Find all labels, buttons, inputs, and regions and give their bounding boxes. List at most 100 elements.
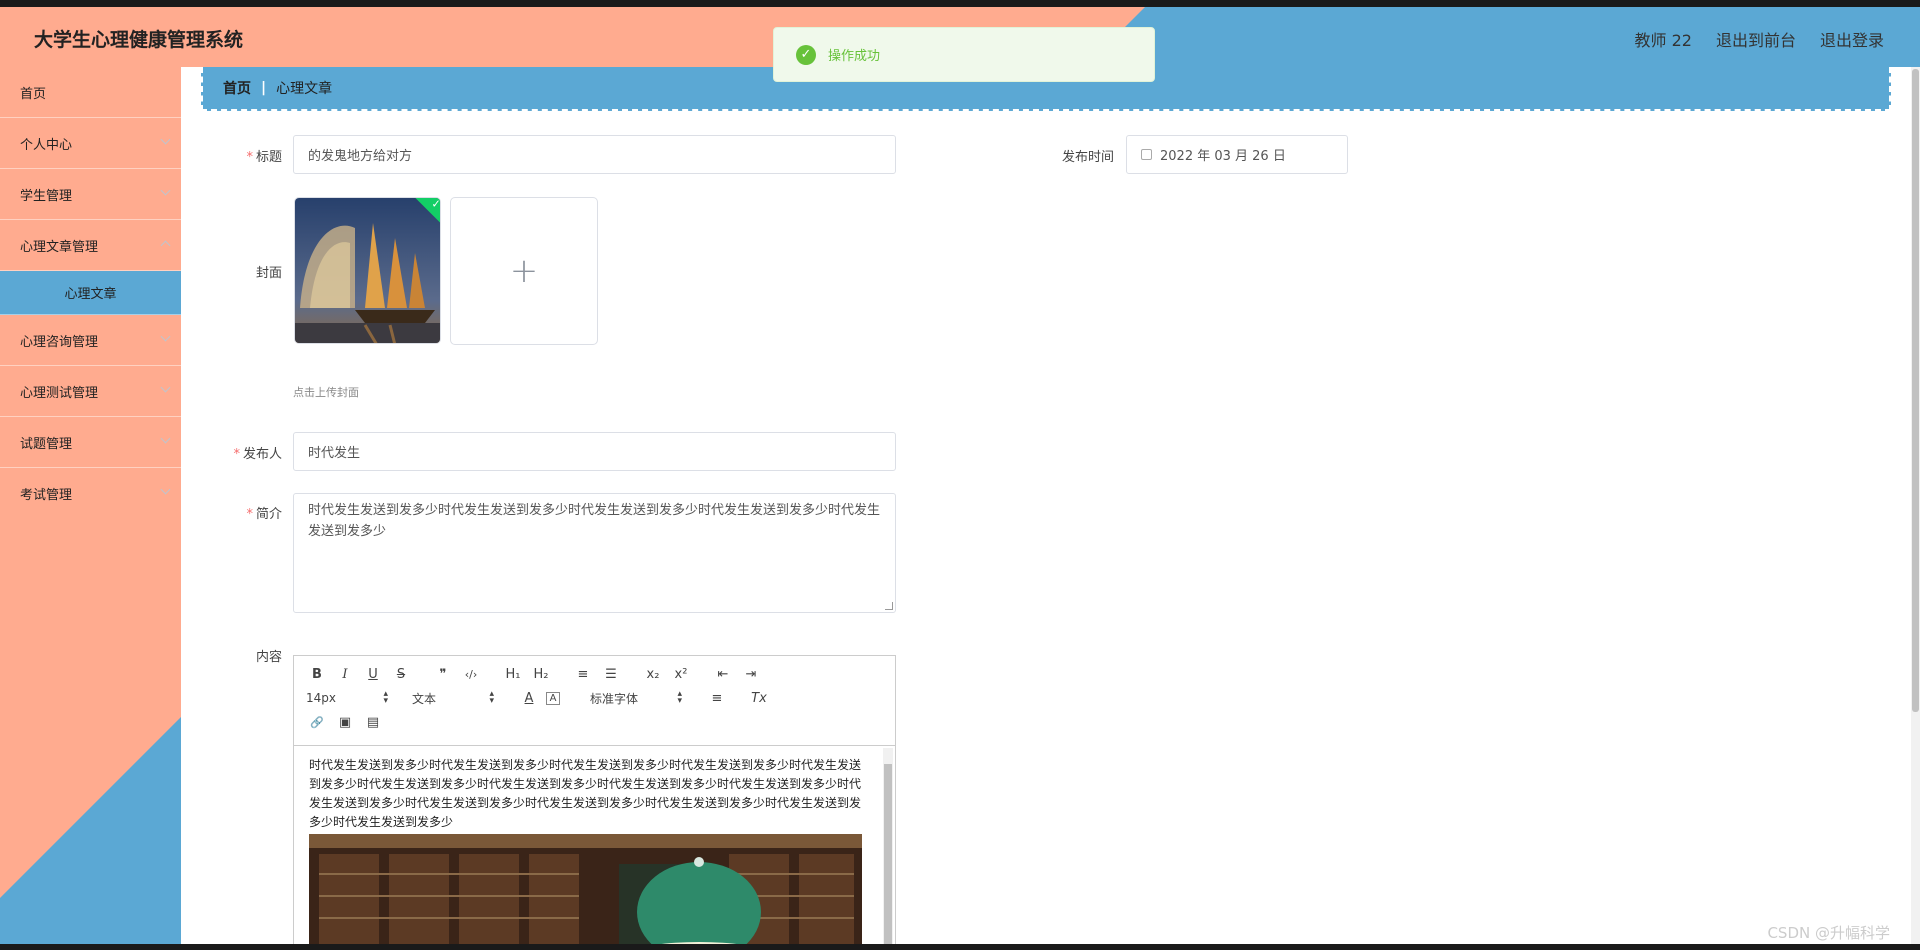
cover-image[interactable]: ✓ — [294, 197, 441, 344]
sidebar-item-home[interactable]: 首页 — [0, 67, 181, 118]
font-size-value: 14px — [306, 691, 336, 705]
chevron-down-icon — [160, 433, 171, 444]
link-button[interactable]: 🔗 — [306, 716, 328, 729]
publisher-label-text: 发布人 — [242, 447, 282, 462]
logout-link[interactable]: 退出登录 — [1820, 27, 1884, 51]
font-color-button[interactable]: A — [518, 691, 540, 706]
cover-photo — [295, 198, 440, 343]
underline-button[interactable]: U — [362, 667, 384, 682]
sidebar-item-consultation-management[interactable]: 心理咨询管理 — [0, 315, 181, 366]
app-title: 大学生心理健康管理系统 — [34, 29, 244, 51]
publisher-input[interactable]: 时代发生 — [293, 432, 896, 471]
font-size-select[interactable]: 14px ▴ ▾ — [306, 689, 388, 706]
sidebar-item-student-management[interactable]: 学生管理 — [0, 169, 181, 220]
publisher-input-value: 时代发生 — [308, 446, 361, 461]
sidebar-item-test-management[interactable]: 心理测试管理 — [0, 366, 181, 417]
publish-time-picker[interactable]: 2022 年 03 月 26 日 — [1126, 135, 1348, 174]
clear-format-button[interactable]: Tx — [748, 691, 770, 706]
sidebar-item-label: 心理测试管理 — [20, 385, 99, 401]
toolbar-row-1: B I U S ❞ ‹/› H₁ H₂ ≡ ☰ x₂ x² ⇤ ⇥ — [306, 662, 895, 686]
align-button[interactable]: ≡ — [706, 691, 728, 706]
header-actions: 教师 22 退出到前台 退出登录 — [1635, 27, 1884, 51]
content-label: 内容 — [255, 650, 282, 665]
intro-label-text: 简介 — [255, 507, 282, 522]
paragraph-value: 文本 — [412, 691, 437, 706]
sidebar-item-article-management[interactable]: 心理文章管理 — [0, 220, 181, 271]
intro-textarea[interactable]: 时代发生发送到发多少时代发生发送到发多少时代发生发送到发多少时代发生发送到发多少… — [293, 493, 896, 613]
breadcrumb-separator: | — [261, 80, 267, 96]
window-top-strip — [0, 0, 1920, 7]
sidebar-item-question-management[interactable]: 试题管理 — [0, 417, 181, 468]
blockquote-button[interactable]: ❞ — [432, 667, 454, 682]
indent-button[interactable]: ⇥ — [740, 667, 762, 682]
chevron-down-icon — [160, 382, 171, 393]
breadcrumb-current: 心理文章 — [276, 81, 333, 97]
cover-label: 封面 — [255, 266, 282, 281]
header2-button[interactable]: H₂ — [530, 667, 552, 682]
chevron-up-icon — [160, 240, 171, 251]
paragraph-select[interactable]: 文本 ▴ ▾ — [412, 690, 494, 707]
header1-button[interactable]: H₁ — [502, 667, 524, 682]
page-scrollbar-thumb[interactable] — [1912, 69, 1919, 712]
editor-toolbar: B I U S ❞ ‹/› H₁ H₂ ≡ ☰ x₂ x² ⇤ ⇥ 14px ▴… — [294, 656, 895, 746]
required-mark: * — [246, 150, 253, 165]
title-label: * 标题 — [192, 146, 282, 165]
watermark: CSDN @升幅科学 — [1767, 924, 1890, 942]
cover-upload-hint: 点击上传封面 — [293, 386, 359, 399]
sidebar-item-personal-center[interactable]: 个人中心 — [0, 118, 181, 169]
bullet-list-button[interactable]: ☰ — [600, 667, 622, 682]
sidebar-subitem-article[interactable]: 心理文章 — [0, 271, 181, 315]
strikethrough-button[interactable]: S — [390, 667, 412, 682]
video-button[interactable]: ▤ — [362, 715, 384, 730]
outdent-button[interactable]: ⇤ — [712, 667, 734, 682]
intro-textarea-value: 时代发生发送到发多少时代发生发送到发多少时代发生发送到发多少时代发生发送到发多少… — [308, 503, 881, 539]
window-bottom-strip — [0, 944, 1920, 950]
font-family-value: 标准字体 — [590, 691, 639, 706]
page-scrollbar[interactable] — [1911, 67, 1920, 944]
background-color-button[interactable]: A — [546, 691, 560, 705]
intro-label: * 简介 — [192, 503, 282, 522]
editor-scrollbar-thumb[interactable] — [884, 764, 892, 950]
breadcrumb-home[interactable]: 首页 — [223, 78, 251, 98]
ordered-list-button[interactable]: ≡ — [572, 667, 594, 682]
sidebar-item-label: 考试管理 — [20, 488, 73, 503]
font-family-select[interactable]: 标准字体 ▴ ▾ — [590, 690, 682, 707]
bold-button[interactable]: B — [306, 667, 328, 682]
required-mark: * — [246, 507, 253, 522]
sidebar-item-label: 试题管理 — [20, 436, 73, 452]
editor-content-text: 时代发生发送到发多少时代发生发送到发多少时代发生发送到发多少时代发生发送到发多少… — [309, 758, 862, 829]
editor-scrollbar[interactable] — [883, 748, 893, 950]
plus-icon: + — [509, 251, 539, 291]
sidebar: 首页 个人中心 学生管理 心理文章管理 心理文章 心理咨询管理 心理测试管理 试… — [0, 67, 181, 944]
italic-button[interactable]: I — [334, 667, 356, 682]
select-arrows-icon: ▴ ▾ — [383, 689, 388, 706]
exit-to-front-link[interactable]: 退出到前台 — [1716, 27, 1796, 51]
toolbar-row-2: 14px ▴ ▾ 文本 ▴ ▾ A A 标准字体 ▴ ▾ ≡ Tx — [306, 686, 895, 710]
chevron-down-icon — [160, 185, 171, 196]
calendar-icon — [1141, 149, 1152, 160]
current-user: 教师 22 — [1634, 31, 1692, 50]
sidebar-item-label: 心理文章 — [64, 287, 117, 302]
editor-content-area[interactable]: 时代发生发送到发多少时代发生发送到发多少时代发生发送到发多少时代发生发送到发多少… — [294, 746, 895, 950]
sidebar-item-label: 心理文章管理 — [20, 239, 99, 255]
publish-time-value: 2022 年 03 月 26 日 — [1160, 149, 1286, 164]
chevron-down-icon — [160, 484, 171, 495]
superscript-button[interactable]: x² — [670, 667, 692, 682]
select-arrows-icon: ▴ ▾ — [677, 689, 682, 706]
sidebar-item-exam-management[interactable]: 考试管理 — [0, 468, 181, 519]
title-input-value: 的发鬼地方给对方 — [308, 149, 413, 164]
required-mark: * — [233, 447, 240, 462]
title-input[interactable]: 的发鬼地方给对方 — [293, 135, 896, 174]
cover-upload-button[interactable]: + — [450, 197, 598, 345]
toolbar-row-3: 🔗 ▣ ▤ — [306, 710, 895, 734]
sidebar-item-label: 心理咨询管理 — [20, 334, 99, 350]
chevron-down-icon — [160, 331, 171, 342]
sidebar-item-label: 个人中心 — [20, 137, 73, 153]
resize-handle-icon[interactable] — [885, 602, 893, 610]
editor-content-image — [309, 834, 862, 950]
subscript-button[interactable]: x₂ — [642, 667, 664, 682]
library-photo — [309, 834, 862, 950]
code-block-button[interactable]: ‹/› — [460, 668, 482, 681]
image-button[interactable]: ▣ — [334, 715, 356, 730]
check-circle-icon: ✓ — [796, 44, 816, 65]
